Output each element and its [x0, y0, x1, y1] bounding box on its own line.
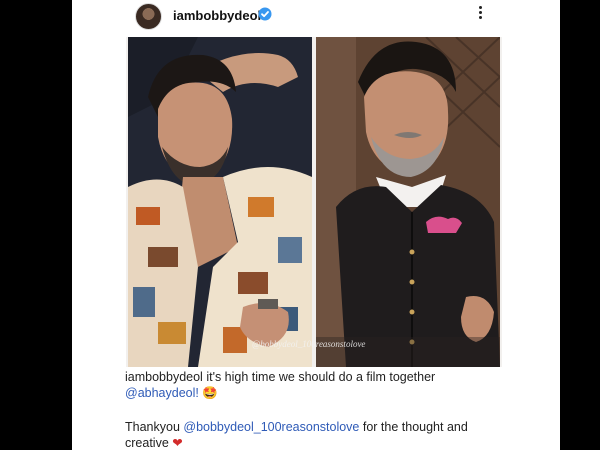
image-watermark: @bobbydeol_100reasonstolove	[252, 339, 366, 349]
star-struck-emoji-icon: 🤩	[198, 386, 218, 400]
more-options-icon[interactable]	[476, 4, 484, 24]
caption-text-1: it's high time we should do a film toget…	[202, 370, 436, 384]
post-header: iambobbydeol	[72, 0, 560, 32]
post-image[interactable]: @bobbydeol_100reasonstolove	[126, 37, 502, 367]
caption-line-4: creative ❤	[125, 435, 545, 450]
caption-line-1: iambobbydeol it's high time we should do…	[125, 369, 545, 385]
right-portrait-photo	[316, 37, 500, 367]
left-portrait-photo	[128, 37, 312, 367]
caption-text-3: for the thought and	[359, 420, 468, 434]
mention-abhaydeol[interactable]: @abhaydeol!	[125, 386, 199, 400]
profile-avatar[interactable]	[135, 3, 162, 30]
caption-text-2: Thankyou	[125, 420, 184, 434]
caption-line-2: @abhaydeol! 🤩	[125, 385, 545, 401]
mention-fan-page[interactable]: @bobbydeol_100reasonstolove	[183, 420, 359, 434]
caption-line-3: Thankyou @bobbydeol_100reasonstolove for…	[125, 419, 545, 435]
instagram-post: iambobbydeol @bobbydeol_100reasonstolove…	[72, 0, 560, 450]
heart-emoji-icon: ❤	[172, 436, 183, 450]
verified-badge-icon	[258, 7, 272, 21]
caption-text-4: creative	[125, 436, 173, 450]
caption-username[interactable]: iambobbydeol	[125, 370, 203, 384]
post-caption: iambobbydeol it's high time we should do…	[125, 369, 545, 450]
username-link[interactable]: iambobbydeol	[173, 8, 261, 23]
